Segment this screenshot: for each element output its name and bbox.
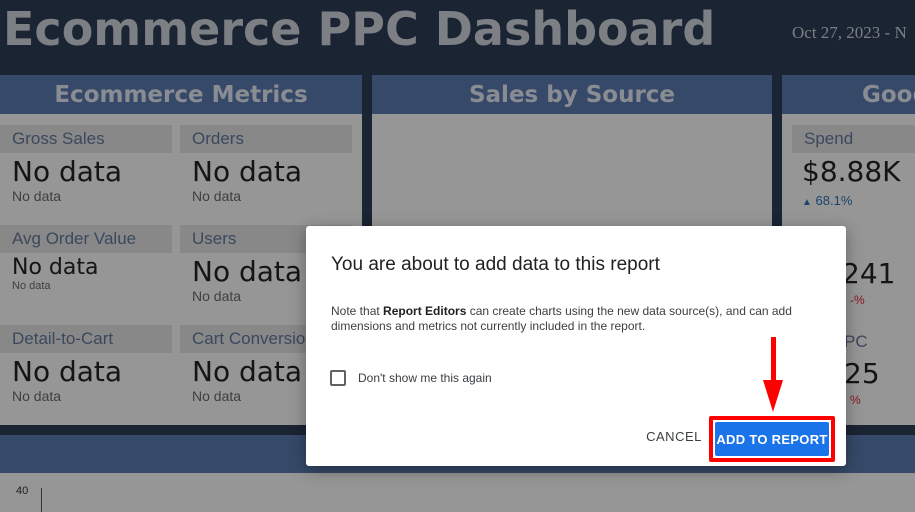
dont-show-again-row[interactable]: Don't show me this again	[330, 370, 492, 386]
cancel-button[interactable]: CANCEL	[626, 422, 722, 450]
checkbox-label[interactable]: Don't show me this again	[358, 371, 492, 385]
dialog-note: Note that Report Editors can create char…	[331, 304, 831, 334]
note-prefix: Note that	[331, 304, 384, 318]
page: Ecommerce PPC Dashboard Oct 27, 2023 - N…	[0, 0, 915, 512]
add-data-dialog: You are about to add data to this report…	[306, 226, 846, 466]
dialog-title: You are about to add data to this report	[331, 254, 660, 275]
add-to-report-button[interactable]: ADD TO REPORT	[715, 422, 829, 456]
note-bold: Report Editors	[383, 304, 467, 318]
annotation-arrow-icon	[763, 380, 783, 412]
dont-show-again-checkbox[interactable]	[330, 370, 346, 386]
annotation-arrow-shaft	[771, 337, 776, 383]
